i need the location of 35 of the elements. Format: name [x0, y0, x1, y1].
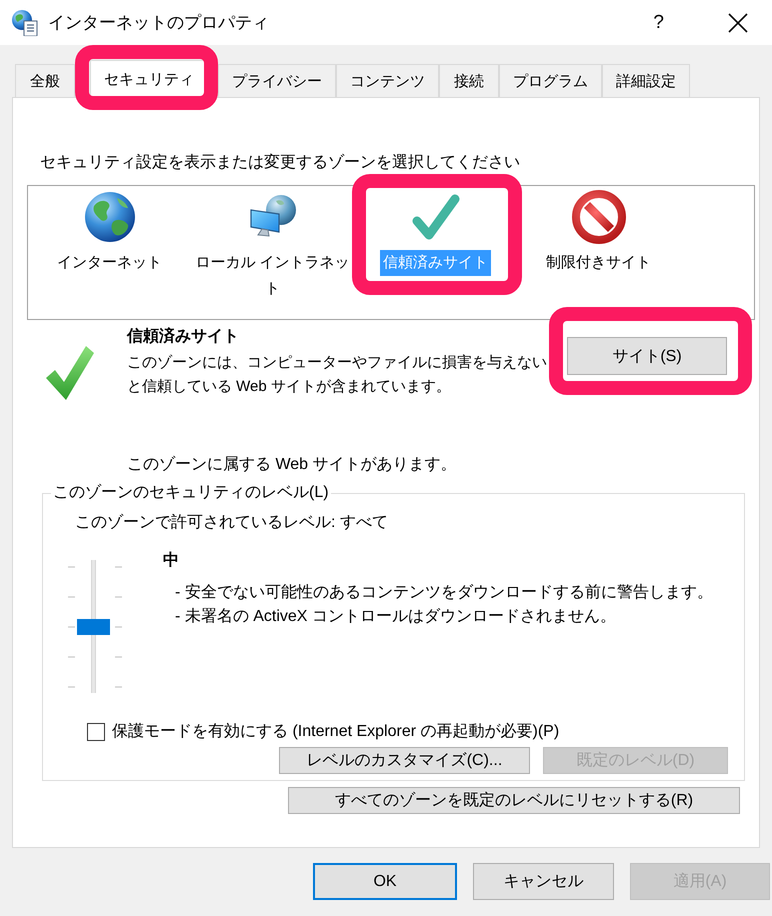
- check-icon: [45, 345, 95, 401]
- allowed-level-text: このゾーンで許可されているレベル: すべて: [75, 513, 389, 533]
- slider-thumb[interactable]: [77, 618, 110, 634]
- sites-button[interactable]: サイト(S): [567, 337, 727, 375]
- customize-level-button[interactable]: レベルのカスタマイズ(C)...: [279, 747, 530, 774]
- check-icon[interactable]: [412, 193, 460, 241]
- zone-title: 信頼済みサイト: [127, 327, 240, 347]
- no-entry-icon[interactable]: [572, 190, 626, 244]
- dialog-button[interactable]: キャンセル: [473, 863, 614, 900]
- zone-label[interactable]: 制限付きサイト: [543, 250, 654, 276]
- level-detail: - 未署名の ActiveX コントロールはダウンロードされません。: [175, 606, 617, 627]
- reset-zones-button[interactable]: すべてのゾーンを既定のレベルにリセットする(R): [288, 787, 740, 814]
- zone-label[interactable]: ローカル イントラネット: [190, 250, 354, 302]
- window-title: インターネットのプロパティ: [48, 12, 269, 34]
- app-icon: [12, 10, 38, 36]
- checkbox[interactable]: [87, 723, 105, 741]
- tab[interactable]: プライバシー: [218, 64, 336, 97]
- zone-label[interactable]: インターネット: [54, 250, 165, 276]
- globe-icon[interactable]: [84, 192, 134, 242]
- tab[interactable]: 詳細設定: [602, 64, 690, 97]
- monitor-globe-icon[interactable]: [250, 195, 296, 239]
- help-button[interactable]: ?: [650, 10, 667, 34]
- zone-note: このゾーンに属する Web サイトがあります。: [127, 455, 458, 475]
- zone-prompt: セキュリティ設定を表示または変更するゾーンを選択してください: [40, 153, 521, 173]
- tab[interactable]: プログラム: [499, 64, 602, 97]
- close-icon: [728, 12, 748, 32]
- tab[interactable]: 全般: [15, 64, 75, 97]
- tab[interactable]: 接続: [439, 64, 499, 97]
- tab[interactable]: コンテンツ: [336, 64, 439, 97]
- level-name: 中: [163, 551, 180, 571]
- checkbox-label: 保護モードを有効にする (Internet Explorer の再起動が必要)(P): [112, 722, 560, 742]
- dialog-button[interactable]: OK: [313, 863, 457, 900]
- level-detail: - 安全でない可能性のあるコンテンツをダウンロードする前に警告します。: [175, 582, 713, 603]
- zone-description: このゾーンには、コンピューターやファイルに損害を与えないと信頼している Web サイトが含まれています。: [127, 353, 548, 397]
- group-title: このゾーンのセキュリティのレベル(L): [52, 483, 330, 503]
